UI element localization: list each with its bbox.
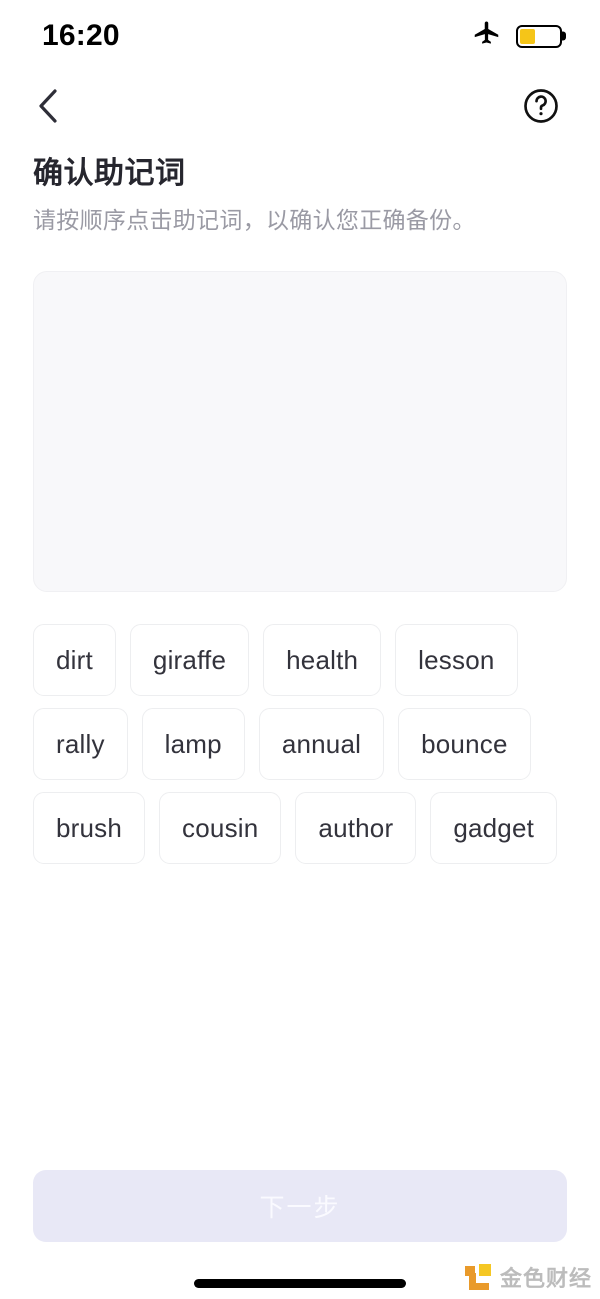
status-bar-indicators	[472, 19, 562, 54]
help-button[interactable]	[518, 84, 564, 130]
word-chip[interactable]: giraffe	[129, 624, 250, 696]
word-chip[interactable]: health	[263, 624, 382, 696]
word-chip[interactable]: author	[295, 792, 417, 864]
word-chip[interactable]: annual	[258, 708, 385, 780]
page-subtitle: 请按顺序点击助记词，以确认您正确备份。	[33, 206, 476, 233]
airplane-mode-icon	[472, 19, 502, 54]
watermark: 金色财经	[464, 1261, 592, 1293]
word-chip[interactable]: brush	[33, 792, 146, 864]
next-button[interactable]: 下一步	[33, 1170, 567, 1242]
word-chip[interactable]: rally	[33, 708, 128, 780]
battery-icon	[516, 24, 562, 48]
status-bar: 16:20	[0, 0, 600, 72]
word-chip[interactable]: lamp	[141, 708, 245, 780]
navigation-bar	[0, 76, 600, 138]
word-chip[interactable]: cousin	[159, 792, 282, 864]
word-pool: dirt giraffe health lesson rally lamp annual bo…	[33, 624, 567, 864]
status-bar-time: 16:20	[42, 19, 120, 52]
question-mark-circle-icon	[521, 86, 561, 129]
jinse-logo-icon	[464, 1264, 493, 1290]
selected-words-area[interactable]	[33, 271, 567, 592]
heading-block: 确认助记词 请按顺序点击助记词，以确认您正确备份。	[33, 155, 567, 236]
word-chip[interactable]: gadget	[430, 792, 558, 864]
word-chip[interactable]: bounce	[398, 708, 531, 780]
home-indicator	[194, 1279, 406, 1288]
back-button[interactable]	[22, 81, 74, 133]
word-chip[interactable]: dirt	[33, 624, 116, 696]
watermark-text: 金色财经	[499, 1266, 592, 1291]
phone-screen: 16:20 确认助记词 请按顺序点击助记词，以确认您正确备份。 dirt gir…	[0, 0, 600, 1299]
word-chip[interactable]: lesson	[395, 624, 518, 696]
page-title: 确认助记词	[33, 157, 186, 190]
chevron-left-icon	[35, 86, 61, 129]
